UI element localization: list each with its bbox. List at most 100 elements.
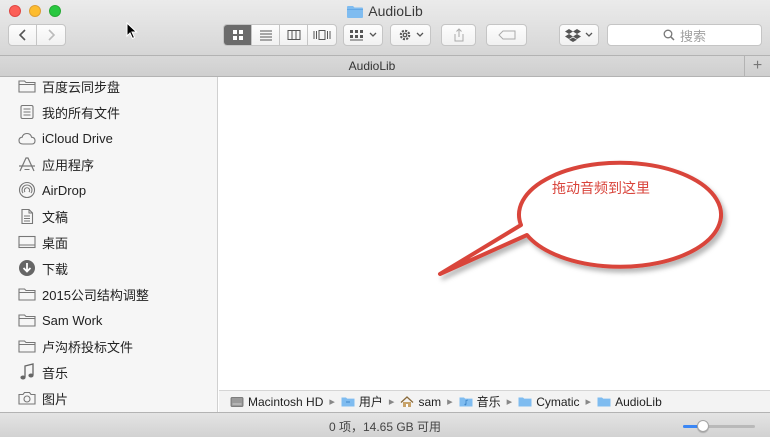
folder-icon — [518, 397, 532, 407]
share-button[interactable] — [441, 24, 476, 46]
icon-view-button[interactable] — [224, 25, 252, 45]
list-icon — [259, 30, 272, 41]
sidebar-item-label: 文稿 — [42, 209, 69, 225]
sidebar-item-2015-restructure[interactable]: 2015公司结构调整 — [0, 281, 217, 307]
hard-drive-icon — [230, 396, 244, 407]
chevron-down-icon — [585, 32, 593, 37]
tag-icon — [497, 30, 515, 40]
columns-icon — [287, 30, 300, 40]
status-text: 0 项，14.65 GB 可用 — [328, 420, 442, 434]
music-folder-icon — [459, 397, 473, 407]
sidebar-item-documents[interactable]: 文稿 — [0, 203, 217, 229]
download-icon — [18, 259, 36, 277]
window-title-text: AudioLib — [368, 3, 423, 19]
sidebar-item-label: 应用程序 — [42, 157, 95, 173]
sidebar-item-baidu-sync[interactable]: 百度云同步盘 — [0, 77, 217, 99]
search-placeholder: 搜索 — [679, 28, 706, 44]
path-crumb-users[interactable]: 用户 — [341, 393, 383, 410]
sidebar-item-label: 桌面 — [42, 235, 69, 251]
sidebar-item-label: Sam Work — [42, 312, 103, 328]
back-button[interactable] — [9, 25, 37, 45]
dropbox-icon — [565, 29, 581, 42]
sidebar-item-pictures[interactable]: 图片 — [0, 385, 217, 411]
applications-icon — [18, 155, 36, 173]
forward-button[interactable] — [37, 25, 65, 45]
sidebar-item-label: iCloud Drive — [42, 130, 113, 146]
view-mode-control — [223, 24, 337, 46]
path-crumb-macintosh-hd[interactable]: Macintosh HD — [230, 395, 323, 409]
chevron-down-icon — [416, 32, 423, 37]
nav-buttons — [8, 24, 66, 46]
folder-icon — [597, 397, 611, 407]
music-icon — [18, 363, 36, 381]
search-icon — [663, 29, 675, 41]
path-separator: ▸ — [447, 396, 453, 408]
sidebar-item-label: 音乐 — [42, 365, 69, 381]
chevron-right-icon — [48, 29, 56, 41]
column-view-button[interactable] — [280, 25, 308, 45]
dropbox-button[interactable] — [559, 24, 599, 46]
title-bar: AudioLib 搜索 — [0, 0, 770, 56]
sidebar-item-label: 2015公司结构调整 — [42, 287, 149, 303]
arrange-button[interactable] — [343, 24, 383, 46]
callout-text: 拖动音频到这里 — [552, 180, 650, 196]
all-files-icon — [18, 103, 36, 121]
path-crumb-sam[interactable]: sam — [400, 395, 441, 409]
status-bar: 0 项，14.65 GB 可用 — [0, 412, 770, 437]
airdrop-icon — [18, 181, 36, 199]
search-input[interactable]: 搜索 — [607, 24, 762, 46]
finder-window: AudioLib 搜索 AudioLib + 百度云同步盘 我的所有文件 iCl… — [0, 0, 770, 437]
sidebar-item-airdrop[interactable]: AirDrop — [0, 177, 217, 203]
path-separator: ▸ — [388, 396, 395, 408]
coverflow-view-button[interactable] — [308, 25, 336, 45]
sidebar-item-icloud-drive[interactable]: iCloud Drive — [0, 125, 217, 151]
folder-icon — [18, 311, 36, 329]
sidebar-item-lugouqiao-bid[interactable]: 卢沟桥投标文件 — [0, 333, 217, 359]
documents-icon — [18, 207, 36, 225]
chevron-left-icon — [18, 29, 26, 41]
sidebar-item-downloads[interactable]: 下载 — [0, 255, 217, 281]
folder-icon — [341, 397, 355, 407]
folder-icon — [18, 285, 36, 303]
folder-icon — [18, 337, 36, 355]
folder-icon — [347, 5, 364, 21]
sidebar-item-music[interactable]: 音乐 — [0, 359, 217, 385]
new-tab-button[interactable]: + — [744, 56, 770, 76]
tags-button[interactable] — [486, 24, 527, 46]
tab-bar: AudioLib + — [0, 56, 770, 77]
file-drop-area[interactable]: 拖动音频到这里 — [219, 77, 770, 390]
action-button[interactable] — [390, 24, 431, 46]
path-separator: ▸ — [585, 396, 592, 408]
grid-icon — [232, 30, 243, 40]
icon-size-slider[interactable] — [683, 420, 755, 432]
list-view-button[interactable] — [252, 25, 280, 45]
sidebar-item-label: AirDrop — [42, 182, 87, 198]
sidebar-item-label: 卢沟桥投标文件 — [42, 339, 134, 355]
mouse-cursor-icon — [126, 22, 138, 40]
desktop-icon — [18, 233, 36, 251]
gear-icon — [399, 29, 410, 41]
home-icon — [400, 395, 414, 407]
sidebar-item-applications[interactable]: 应用程序 — [0, 151, 217, 177]
chevron-down-icon — [369, 32, 377, 37]
path-crumb-audiolib[interactable]: AudioLib — [597, 395, 662, 409]
camera-icon — [18, 389, 36, 407]
sidebar-item-sam-work[interactable]: Sam Work — [0, 307, 217, 333]
window-title: AudioLib — [0, 3, 770, 21]
sidebar-item-label: 下载 — [42, 261, 69, 277]
path-separator: ▸ — [329, 396, 335, 408]
folder-icon — [18, 77, 36, 95]
path-crumb-cymatic[interactable]: Cymatic — [518, 395, 580, 409]
sidebar-item-all-files[interactable]: 我的所有文件 — [0, 99, 217, 125]
arrange-icon — [350, 30, 363, 41]
sidebar-item-label: 百度云同步盘 — [42, 79, 121, 95]
cloud-icon — [18, 129, 36, 147]
path-bar: Macintosh HD ▸ 用户 ▸ sam ▸ 音乐 ▸ Cymatic ▸… — [219, 390, 770, 412]
share-icon — [454, 28, 463, 42]
coverflow-icon — [313, 30, 331, 40]
sidebar-item-desktop[interactable]: 桌面 — [0, 229, 217, 255]
tab-audiolib[interactable]: AudioLib — [0, 59, 744, 73]
path-crumb-music[interactable]: 音乐 — [459, 393, 501, 410]
sidebar: 百度云同步盘 我的所有文件 iCloud Drive 应用程序 AirDrop … — [0, 77, 218, 412]
path-separator: ▸ — [506, 396, 513, 408]
